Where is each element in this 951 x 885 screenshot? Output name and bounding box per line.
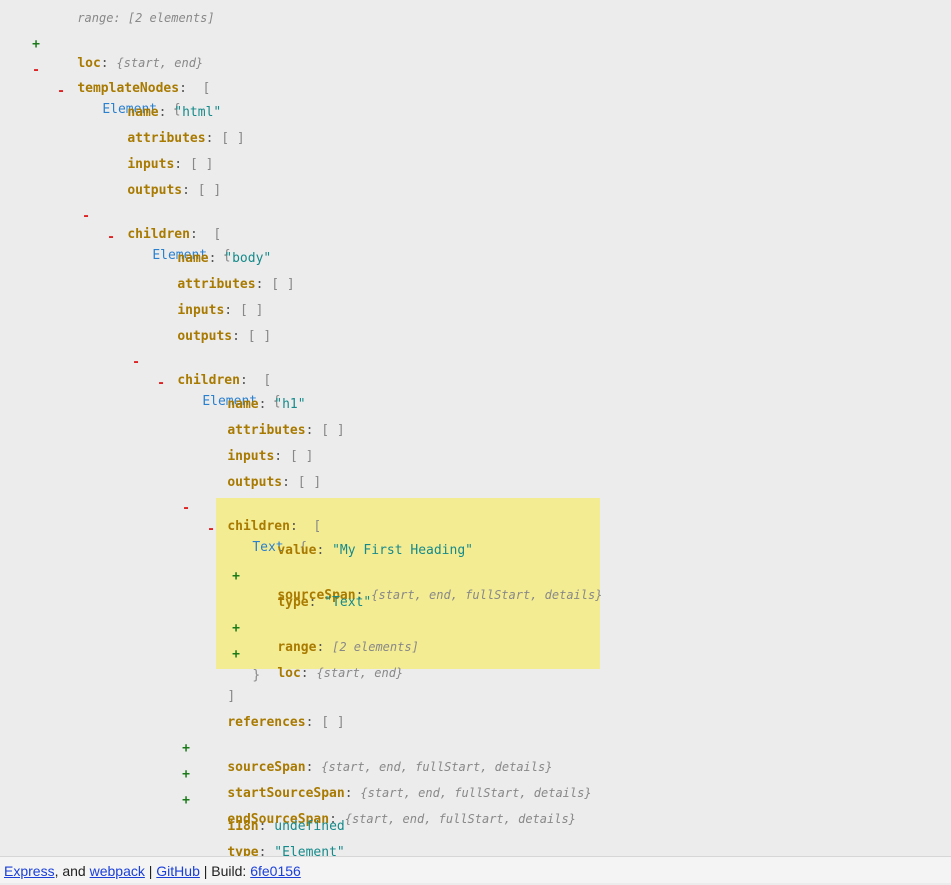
tree-row-attributes: attributes: [ ] bbox=[196, 404, 344, 438]
tree-row-element-html[interactable]: - Element { bbox=[54, 65, 181, 117]
footer-separator: | bbox=[144, 863, 157, 879]
tree-row-children[interactable]: - children: [ bbox=[179, 482, 321, 534]
colon: : bbox=[258, 845, 267, 856]
tree-row-attributes: attributes: [ ] bbox=[146, 258, 294, 292]
tree-row-children[interactable]: - children: [ bbox=[129, 336, 271, 388]
tree-row-loc[interactable]: + loc: {start, end} bbox=[229, 628, 403, 681]
tree-row-sourceSpan[interactable]: + sourceSpan: {start, end, fullStart, de… bbox=[179, 722, 552, 775]
build-label: | Build: bbox=[199, 863, 251, 879]
tree-row-value: value: "My First Heading" bbox=[246, 524, 473, 558]
tree-row-range[interactable]: + range: [2 elements] bbox=[229, 602, 419, 655]
tree-row-range-partial[interactable]: range: [2 elements] bbox=[46, 0, 214, 25]
property-preview: {start, end, fullStart, details} bbox=[344, 812, 576, 826]
tree-row-children[interactable]: - children: [ bbox=[79, 190, 221, 242]
build-hash-link[interactable]: 6fe0156 bbox=[250, 863, 301, 879]
tree-row-text-node[interactable]: - Text { bbox=[204, 503, 307, 555]
collapse-toggle[interactable]: - bbox=[54, 83, 68, 101]
ast-tree-view: range: [2 elements] + loc: {start, end} … bbox=[0, 0, 951, 856]
tree-row-close-bracket: ] bbox=[196, 670, 235, 704]
collapse-toggle[interactable]: - bbox=[129, 354, 143, 372]
colon: : bbox=[300, 666, 309, 681]
property-preview: {start, end} bbox=[316, 666, 404, 680]
webpack-link[interactable]: webpack bbox=[90, 863, 145, 879]
tree-row-templateNodes[interactable]: - templateNodes: [ bbox=[29, 44, 210, 96]
footer-bar: Express, and webpack | GitHub | Build: 6… bbox=[0, 856, 951, 883]
string-value: "Element" bbox=[274, 845, 345, 856]
empty-array: [ ] bbox=[221, 131, 245, 146]
collapse-toggle[interactable]: - bbox=[204, 521, 218, 539]
tree-row-i18n: i18n: undefined bbox=[196, 800, 344, 834]
tree-row-inputs: inputs: [ ] bbox=[146, 284, 263, 318]
tree-row-type: type: "Text" bbox=[246, 576, 371, 610]
tree-row-outputs: outputs: [ ] bbox=[146, 310, 271, 344]
property-preview: {start, end, fullStart, details} bbox=[371, 588, 603, 602]
tree-row-close-brace: } bbox=[221, 649, 260, 683]
property-key: loc bbox=[277, 666, 301, 681]
collapse-toggle[interactable]: - bbox=[29, 62, 43, 80]
tree-row-endSourceSpan[interactable]: + endSourceSpan: {start, end, fullStart,… bbox=[179, 774, 576, 827]
footer-text: , and bbox=[54, 863, 90, 879]
tree-row-name: name: "h1" bbox=[196, 378, 305, 412]
tree-row-inputs: inputs: [ ] bbox=[96, 138, 213, 172]
collapse-toggle[interactable]: - bbox=[104, 229, 118, 247]
empty-array: [ ] bbox=[271, 277, 295, 292]
github-link[interactable]: GitHub bbox=[156, 863, 200, 879]
collapse-toggle[interactable]: - bbox=[79, 208, 93, 226]
tree-row-references: references: [ ] bbox=[196, 696, 344, 730]
tree-row-inputs: inputs: [ ] bbox=[196, 430, 313, 464]
tree-row-outputs: outputs: [ ] bbox=[196, 456, 321, 490]
tree-row-outputs: outputs: [ ] bbox=[96, 164, 221, 198]
tree-row-sourceSpan[interactable]: + sourceSpan: {start, end, fullStart, de… bbox=[229, 550, 602, 603]
tree-row-name: name: "html" bbox=[96, 86, 221, 120]
collapse-toggle[interactable]: - bbox=[154, 375, 168, 393]
tree-row-type: type: "Element" bbox=[196, 826, 344, 856]
close-brace: } bbox=[252, 668, 261, 683]
property-key: type bbox=[227, 845, 259, 856]
tree-row-element-body[interactable]: - Element { bbox=[104, 211, 231, 263]
collapse-toggle[interactable]: - bbox=[179, 500, 193, 518]
empty-array: [ ] bbox=[321, 423, 345, 438]
express-link[interactable]: Express bbox=[4, 863, 55, 879]
tree-row-startSourceSpan[interactable]: + startSourceSpan: {start, end, fullStar… bbox=[179, 748, 591, 801]
expand-toggle[interactable]: + bbox=[179, 792, 193, 810]
tree-row-loc[interactable]: + loc: {start, end} bbox=[29, 18, 203, 71]
tree-row-name: name: "body" bbox=[146, 232, 271, 266]
tree-row-attributes: attributes: [ ] bbox=[96, 112, 244, 146]
tree-row-element-h1[interactable]: - Element { bbox=[154, 357, 281, 409]
expand-toggle[interactable]: + bbox=[229, 568, 243, 586]
